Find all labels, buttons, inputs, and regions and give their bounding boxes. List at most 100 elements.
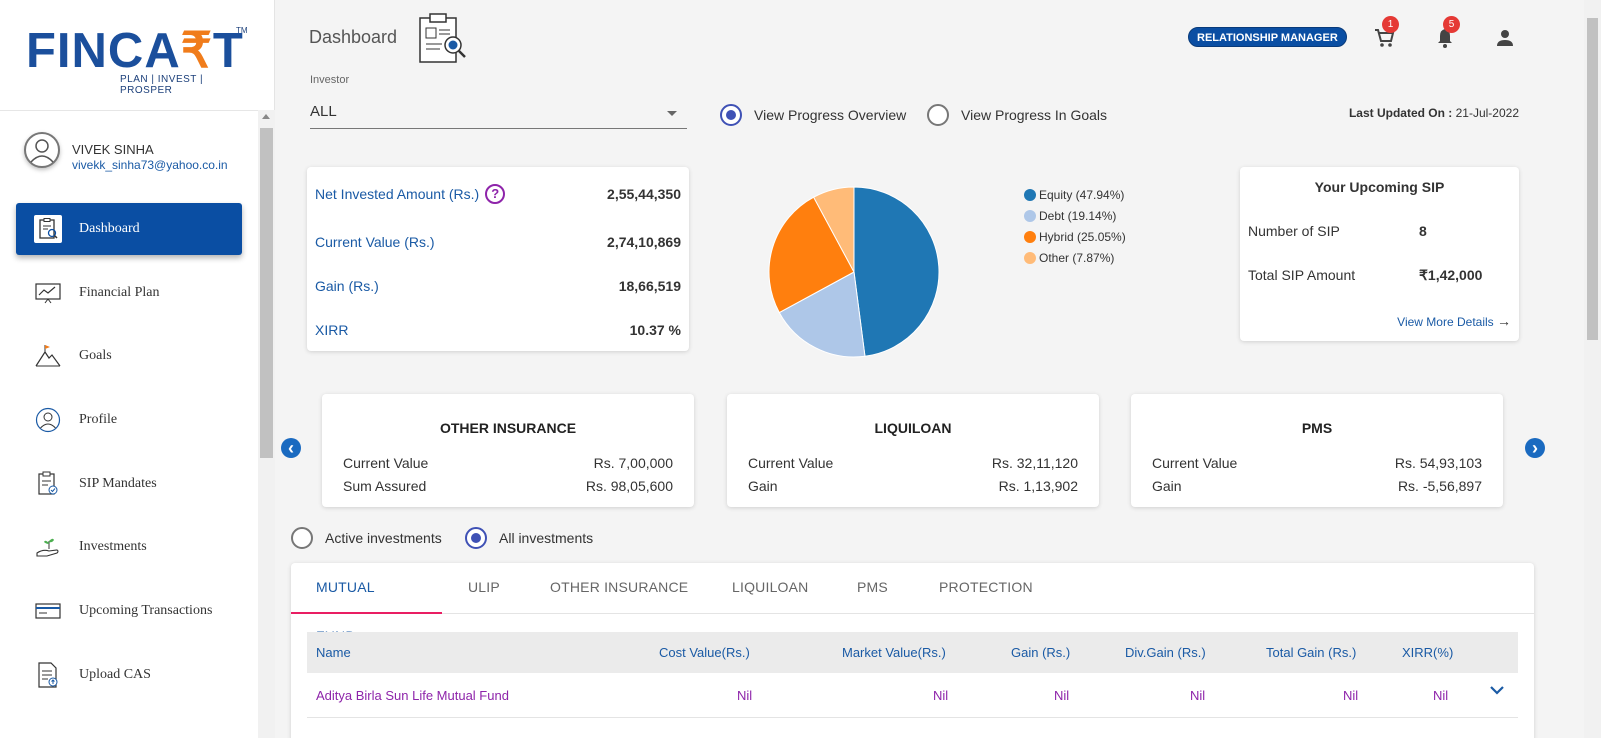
- sidebar-divider: [0, 110, 258, 111]
- summary-row-gain: Gain (Rs.) 18,66,519: [315, 275, 681, 297]
- holdings-panel: MUTUAL FUND ULIP OTHER INSURANCE LIQUILO…: [291, 563, 1534, 738]
- all-investments-radio[interactable]: All investments: [465, 527, 593, 549]
- main-scroll-thumb[interactable]: [1587, 18, 1598, 340]
- investment-card-title: OTHER INSURANCE: [439, 420, 577, 436]
- arrow-right-icon: →: [1497, 313, 1511, 329]
- legend-dot-icon: [1024, 188, 1036, 201]
- card-icon: [34, 597, 62, 625]
- row-value: Rs. 98,05,600: [585, 478, 673, 494]
- carousel-prev-button[interactable]: ‹: [281, 438, 301, 458]
- investment-card-liquiloan[interactable]: LIQUILOAN Current Value Rs. 32,11,120 Ga…: [727, 394, 1099, 507]
- sidebar-item-label: Upcoming Transactions: [79, 603, 213, 619]
- column-header-total-gain[interactable]: Total Gain (Rs.): [1266, 645, 1356, 660]
- dashboard-report-icon: [416, 12, 468, 69]
- row-label: Current Value: [1152, 455, 1238, 471]
- fincart-logo[interactable]: FINCA₹T PLAN | INVEST | PROSPER TM: [26, 26, 256, 96]
- cell-div-gain: Nil: [1190, 688, 1206, 703]
- cell-cost-value: Nil: [737, 688, 753, 703]
- sidebar-item-profile[interactable]: Profile: [16, 394, 242, 446]
- expand-chevron-down-icon[interactable]: [1489, 684, 1505, 699]
- sip-amount-value: ₹1,42,000: [1419, 267, 1483, 283]
- clipboard-check-icon: [34, 470, 62, 498]
- logo-trademark: TM: [236, 26, 248, 35]
- dashboard-clipboard-icon: [34, 215, 62, 243]
- page-title: Dashboard: [309, 27, 398, 47]
- tab-protection[interactable]: PROTECTION: [939, 563, 1059, 614]
- sip-card-title: Your Upcoming SIP: [1314, 179, 1445, 195]
- view-progress-in-goals-radio[interactable]: View Progress In Goals: [927, 104, 1107, 126]
- investment-card-title: LIQUILOAN: [874, 420, 952, 436]
- portfolio-summary-card: Net Invested Amount (Rs.)? 2,55,44,350 C…: [307, 167, 689, 351]
- cell-market-value: Nil: [933, 688, 949, 703]
- pie-slice-equity[interactable]: [853, 186, 940, 357]
- sip-count-row: Number of SIP 8: [1248, 223, 1427, 239]
- sidebar-item-label: Dashboard: [79, 221, 140, 236]
- sidebar-item-investments[interactable]: Investments: [16, 521, 242, 573]
- notifications-button[interactable]: 5: [1433, 16, 1460, 50]
- sidebar-item-sip-mandates[interactable]: SIP Mandates: [16, 458, 242, 510]
- role-badge[interactable]: RELATIONSHIP MANAGER: [1188, 27, 1347, 47]
- investment-card-other-insurance[interactable]: OTHER INSURANCE Current Value Rs. 7,00,0…: [322, 394, 694, 507]
- column-header-gain[interactable]: Gain (Rs.): [1011, 645, 1070, 660]
- table-row[interactable]: Aditya Birla Sun Life Mutual Fund Nil Ni…: [307, 674, 1518, 718]
- cart-count-badge: 1: [1382, 16, 1399, 33]
- chevron-left-icon: ‹: [288, 438, 294, 458]
- sidebar-item-upload-cas[interactable]: Upload CAS: [16, 649, 242, 701]
- column-header-name[interactable]: Name: [316, 645, 351, 660]
- investment-card-title: PMS: [1301, 420, 1333, 436]
- sidebar-item-financial-plan[interactable]: Financial Plan: [16, 267, 242, 319]
- scroll-up-arrow-icon[interactable]: [262, 114, 270, 119]
- sidebar-scroll-thumb[interactable]: [260, 128, 273, 458]
- view-more-details-link[interactable]: View More Details →: [1397, 313, 1511, 329]
- column-header-market-value[interactable]: Market Value(Rs.): [842, 645, 946, 660]
- radio-unselected-icon: [927, 104, 949, 126]
- sidebar-item-dashboard[interactable]: Dashboard: [16, 203, 242, 255]
- user-email: vivekk_sinha73@yahoo.co.in: [72, 158, 228, 172]
- legend-dot-icon: [1024, 209, 1036, 222]
- cart-button[interactable]: 1: [1372, 16, 1399, 50]
- row-value: Rs. 54,93,103: [1394, 455, 1482, 471]
- column-header-div-gain[interactable]: Div.Gain (Rs.): [1125, 645, 1206, 660]
- cell-fund-name[interactable]: Aditya Birla Sun Life Mutual Fund: [316, 688, 509, 703]
- row-label: Gain: [1152, 478, 1182, 494]
- investment-card-row: Current Value Rs. 7,00,000: [343, 455, 673, 471]
- legend-item-debt[interactable]: Debt (19.14%): [1024, 205, 1126, 226]
- row-label: Current Value: [343, 455, 429, 471]
- account-button[interactable]: [1493, 26, 1517, 50]
- sidebar-item-upcoming-transactions[interactable]: Upcoming Transactions: [16, 585, 242, 637]
- row-value: Rs. 32,11,120: [991, 455, 1078, 471]
- tab-pms[interactable]: PMS: [857, 563, 939, 614]
- tab-ulip[interactable]: ULIP: [442, 563, 550, 614]
- view-progress-overview-radio[interactable]: View Progress Overview: [720, 104, 906, 126]
- investment-card-row: Current Value Rs. 32,11,120: [748, 455, 1078, 471]
- tab-mutual-fund[interactable]: MUTUAL FUND: [291, 563, 442, 644]
- legend-item-hybrid[interactable]: Hybrid (25.05%): [1024, 226, 1126, 247]
- sidebar-item-goals[interactable]: Goals: [16, 330, 242, 382]
- carousel-next-button[interactable]: ›: [1525, 438, 1545, 458]
- sidebar-scrollbar[interactable]: [258, 110, 275, 738]
- sidebar-item-label: Profile: [79, 412, 118, 428]
- column-header-xirr[interactable]: XIRR(%): [1402, 645, 1453, 660]
- chevron-right-icon: ›: [1532, 438, 1538, 458]
- row-value: Rs. 7,00,000: [593, 455, 673, 471]
- legend-item-other[interactable]: Other (7.87%): [1024, 247, 1126, 268]
- radio-label: Active investments: [325, 530, 442, 546]
- main-scrollbar[interactable]: [1584, 0, 1601, 738]
- summary-label: XIRR: [315, 322, 349, 338]
- active-investments-radio[interactable]: Active investments: [291, 527, 442, 549]
- sip-amount-label: Total SIP Amount: [1248, 267, 1356, 283]
- legend-item-equity[interactable]: Equity (47.94%): [1024, 184, 1126, 205]
- column-header-cost-value[interactable]: Cost Value(Rs.): [659, 645, 750, 660]
- tab-other-insurance[interactable]: OTHER INSURANCE: [550, 563, 732, 614]
- logo-tagline: PLAN | INVEST | PROSPER: [120, 74, 204, 96]
- help-question-icon[interactable]: ?: [485, 184, 506, 204]
- last-updated-value: 21-Jul-2022: [1455, 106, 1519, 120]
- cell-gain: Nil: [1054, 688, 1070, 703]
- sip-amount-row: Total SIP Amount ₹1,42,000: [1248, 267, 1482, 283]
- investor-select[interactable]: ALL: [310, 103, 687, 129]
- tab-liquiloan[interactable]: LIQUILOAN: [732, 563, 857, 614]
- sidebar-item-label: SIP Mandates: [79, 475, 157, 491]
- summary-value: 2,55,44,350: [607, 186, 681, 202]
- view-more-label: View More Details: [1397, 315, 1494, 329]
- investment-card-pms[interactable]: PMS Current Value Rs. 54,93,103 Gain Rs.…: [1131, 394, 1503, 507]
